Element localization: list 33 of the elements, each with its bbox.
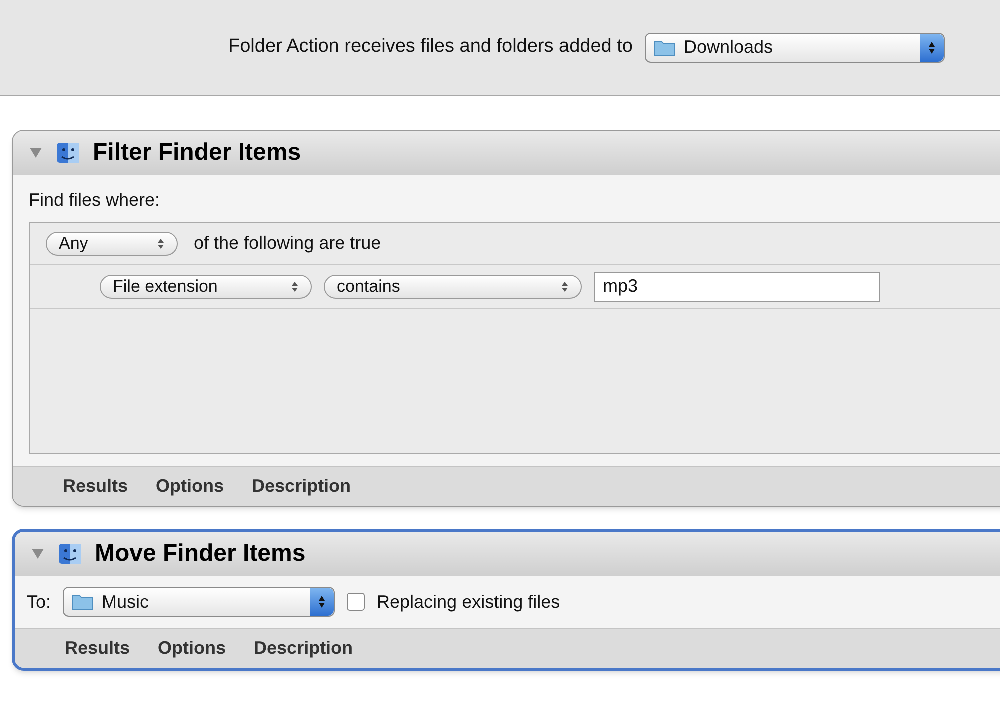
footer-tab[interactable]: Options bbox=[156, 473, 224, 500]
finder-face-icon bbox=[57, 541, 83, 567]
match-text: of the following are true bbox=[194, 232, 382, 255]
footer-tab[interactable]: Options bbox=[158, 635, 226, 662]
destination-popup[interactable]: Music bbox=[63, 587, 336, 617]
replace-label: Replacing existing files bbox=[377, 590, 560, 614]
disclosure-triangle-icon[interactable] bbox=[31, 548, 45, 560]
updown-arrows-icon bbox=[157, 238, 165, 250]
value-field[interactable]: mp3 bbox=[594, 272, 880, 302]
folder-icon bbox=[72, 593, 94, 611]
footer-tab[interactable]: Description bbox=[254, 635, 354, 662]
to-label: To: bbox=[27, 590, 52, 614]
updown-arrows-icon bbox=[291, 280, 299, 292]
updown-arrows-icon bbox=[561, 280, 569, 292]
action-card[interactable]: Move Finder Items To: Music Replacing existing files Results Options Description bbox=[12, 529, 1000, 671]
footer-tab[interactable]: Results bbox=[63, 473, 128, 500]
action-title: Move Finder Items bbox=[95, 539, 306, 569]
find-label: Find files where: bbox=[29, 189, 162, 212]
finder-face-icon bbox=[55, 140, 81, 166]
stepper-icon bbox=[310, 588, 334, 616]
operator-popup[interactable]: contains bbox=[324, 274, 582, 298]
header-label: Folder Action receives files and folders added to bbox=[228, 35, 633, 60]
footer-tab[interactable]: Results bbox=[65, 635, 130, 662]
field-popup[interactable]: File extension bbox=[100, 274, 312, 298]
action-card[interactable]: Filter Finder Items Find files where: Any of the following are true File extension contains mp3 Results Options Description bbox=[12, 130, 1000, 507]
match-popup[interactable]: Any bbox=[46, 232, 178, 256]
folder-icon bbox=[654, 38, 676, 56]
action-title: Filter Finder Items bbox=[93, 138, 302, 168]
folder-popup[interactable]: Downloads bbox=[645, 32, 945, 62]
stepper-icon bbox=[920, 34, 944, 62]
disclosure-triangle-icon[interactable] bbox=[29, 147, 43, 159]
replace-checkbox[interactable] bbox=[347, 593, 366, 611]
footer-tab[interactable]: Description bbox=[252, 473, 352, 500]
